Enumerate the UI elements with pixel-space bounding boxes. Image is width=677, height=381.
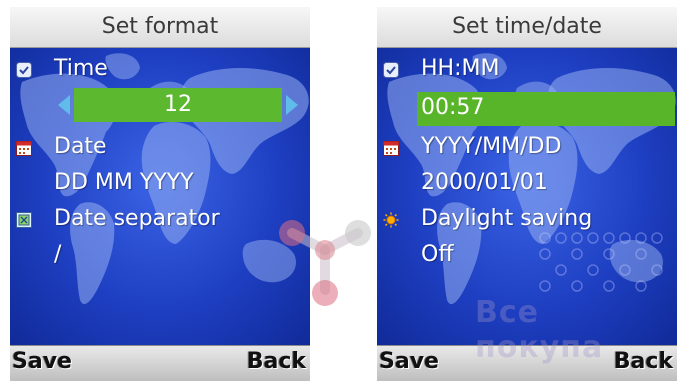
calendar-icon xyxy=(383,141,399,156)
date-format-row[interactable]: YYYY/MM/DD xyxy=(377,132,677,166)
time-format-row[interactable]: HH:MM xyxy=(377,54,677,88)
time-format-row[interactable]: Time xyxy=(10,54,310,88)
daylight-saving-value-row[interactable]: Off xyxy=(377,240,677,274)
time-format-label: Time xyxy=(54,56,108,81)
set-format-screen: Set format Time 12 Date DD MM YYYY Date … xyxy=(10,7,310,381)
time-input-field[interactable]: 00:57 xyxy=(417,92,675,126)
date-format-value: DD MM YYYY xyxy=(54,170,194,195)
date-format-row[interactable]: Date xyxy=(10,132,310,166)
date-value-row[interactable]: 2000/01/01 xyxy=(377,168,677,202)
arrow-right-icon[interactable] xyxy=(286,95,298,115)
time-format-label: HH:MM xyxy=(421,56,500,81)
date-separator-row[interactable]: Date separator xyxy=(10,204,310,238)
date-separator-value-row: / xyxy=(10,240,310,274)
arrow-left-icon[interactable] xyxy=(58,95,70,115)
daylight-saving-row[interactable]: Daylight saving xyxy=(377,204,677,238)
time-value: 00:57 xyxy=(421,95,485,120)
separator-icon xyxy=(16,212,32,228)
save-button[interactable]: Save xyxy=(12,349,72,374)
sun-icon xyxy=(383,212,399,228)
date-format-label: Date xyxy=(54,134,107,159)
date-value: 2000/01/01 xyxy=(421,170,548,195)
menu-body: Time 12 Date DD MM YYYY Date separator / xyxy=(10,48,310,345)
date-format-label: YYYY/MM/DD xyxy=(421,134,562,159)
clock-icon xyxy=(16,62,32,78)
daylight-saving-value: Off xyxy=(421,242,454,267)
date-format-value-row: DD MM YYYY xyxy=(10,168,310,202)
clock-icon xyxy=(383,62,399,78)
date-separator-value: / xyxy=(54,242,62,267)
calendar-icon xyxy=(16,141,32,156)
daylight-saving-label: Daylight saving xyxy=(421,206,593,231)
screen-title: Set format xyxy=(10,7,310,48)
watermark-logo xyxy=(279,220,371,306)
date-separator-label: Date separator xyxy=(54,206,220,231)
screen-title: Set time/date xyxy=(377,7,677,48)
softkey-bar: Save Back xyxy=(10,345,310,381)
back-button[interactable]: Back xyxy=(247,349,306,374)
time-format-selector[interactable]: 12 xyxy=(74,88,282,122)
save-button[interactable]: Save xyxy=(379,349,439,374)
watermark-text: Все покупа xyxy=(475,295,604,365)
